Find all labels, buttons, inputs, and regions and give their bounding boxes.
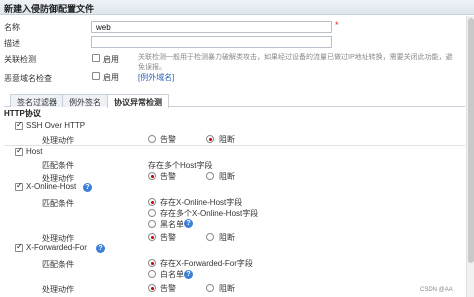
x-forwarded-alert-label: 告警 (160, 284, 176, 293)
correlation-enable-label: 启用 (103, 55, 119, 64)
ssh-over-http-label: SSH Over HTTP (26, 121, 86, 130)
x-forwarded-for-label: X-Forwarded-For (26, 243, 87, 252)
help-icon[interactable]: ? (83, 183, 92, 192)
correlation-hint: 关联检测一般用于检测暴力破解类攻击，如果经过设备的流量已做过IP地址转换，需要关… (138, 54, 453, 71)
x-forwarded-action-label: 处理动作 (42, 285, 74, 294)
x-online-alert-label: 告警 (160, 233, 176, 242)
ssh-alert-radio[interactable] (148, 135, 156, 143)
description-field[interactable] (91, 36, 332, 48)
help-icon[interactable]: ? (96, 244, 105, 253)
x-online-match-label: 匹配条件 (42, 199, 74, 208)
tab-exception-signature[interactable]: 例外签名 (62, 94, 108, 107)
host-match-label: 匹配条件 (42, 161, 74, 170)
x-forwarded-for-checkbox[interactable] (15, 242, 23, 252)
malicious-domain-label: 恶意域名检查 (4, 74, 52, 83)
ssh-block-radio[interactable] (206, 135, 214, 143)
host-match-value: 存在多个Host字段 (148, 161, 213, 170)
x-online-opt1-radio[interactable] (148, 198, 156, 206)
x-online-host-checkbox[interactable] (15, 181, 23, 191)
help-icon[interactable]: ? (184, 270, 193, 279)
host-alert-label: 告警 (160, 172, 176, 181)
x-forwarded-opt1-radio[interactable] (148, 259, 156, 267)
name-field[interactable]: web (91, 21, 332, 33)
x-forwarded-alert-radio[interactable] (148, 284, 156, 292)
name-label: 名称 (4, 23, 20, 32)
x-forwarded-block-radio[interactable] (206, 284, 214, 292)
x-forwarded-block-label: 阻断 (219, 284, 235, 293)
x-forwarded-opt2-label: 白名单 (160, 270, 184, 279)
description-label: 描述 (4, 39, 20, 48)
malicious-domain-checkbox[interactable] (92, 72, 100, 80)
x-online-opt2-label: 存在多个X-Online-Host字段 (160, 209, 259, 218)
x-forwarded-match-label: 匹配条件 (42, 260, 74, 269)
host-label: Host (26, 147, 43, 156)
correlation-checkbox[interactable] (92, 54, 100, 62)
tab-bar: 签名过滤器 例外签名 协议异常检测 (4, 93, 465, 108)
divider (4, 145, 465, 146)
malicious-enable-label: 启用 (103, 73, 119, 82)
tab-signature-filter[interactable]: 签名过滤器 (10, 94, 64, 107)
ssh-block-label: 阻断 (219, 135, 235, 144)
x-online-opt3-radio[interactable] (148, 220, 156, 228)
watermark: CSDN @AA (420, 287, 453, 293)
host-block-radio[interactable] (206, 172, 214, 180)
dialog-titlebar: 新建入侵防御配置文件 (0, 0, 474, 15)
ssh-over-http-checkbox[interactable] (15, 120, 23, 130)
x-online-block-label: 阻断 (219, 233, 235, 242)
http-section-title: HTTP协议 (4, 109, 41, 118)
help-icon[interactable]: ? (184, 219, 193, 228)
x-online-alert-radio[interactable] (148, 233, 156, 241)
x-online-opt2-radio[interactable] (148, 209, 156, 217)
ssh-alert-label: 告警 (160, 135, 176, 144)
x-online-host-label: X-Online-Host (26, 182, 77, 191)
host-block-label: 阻断 (219, 172, 235, 181)
x-forwarded-opt1-label: 存在X-Forwarded-For字段 (160, 259, 253, 268)
exception-domain-link[interactable]: [例外域名] (138, 72, 174, 83)
scrollbar-thumb[interactable] (468, 18, 474, 263)
tab-protocol-anomaly[interactable]: 协议异常检测 (107, 94, 169, 108)
host-alert-radio[interactable] (148, 172, 156, 180)
x-forwarded-opt2-radio[interactable] (148, 270, 156, 278)
dialog-title: 新建入侵防御配置文件 (4, 4, 95, 14)
x-online-block-radio[interactable] (206, 233, 214, 241)
correlation-label: 关联检测 (4, 55, 36, 64)
host-checkbox[interactable] (15, 146, 23, 156)
required-mark: * (335, 20, 339, 30)
x-online-opt1-label: 存在X-Online-Host字段 (160, 198, 243, 207)
scrollbar[interactable] (466, 16, 474, 297)
x-online-opt3-label: 黑名单 (160, 220, 184, 229)
